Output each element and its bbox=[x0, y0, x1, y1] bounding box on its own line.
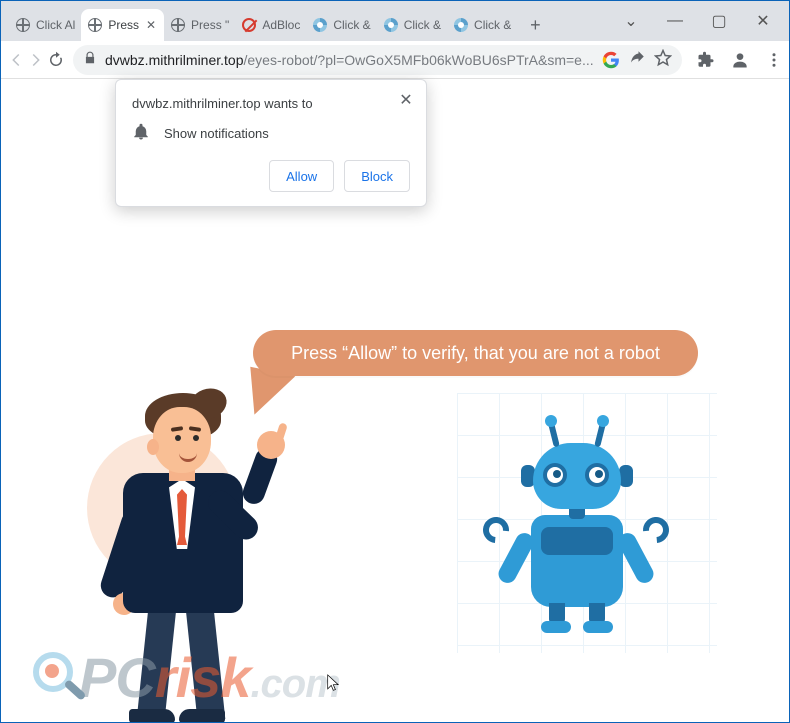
nosign-icon bbox=[241, 17, 257, 33]
tab-0[interactable]: Click Al bbox=[9, 9, 81, 41]
tab-title: Press " bbox=[191, 18, 229, 32]
gear-icon bbox=[453, 17, 469, 33]
gear-icon bbox=[312, 17, 328, 33]
nav-forward-button[interactable] bbox=[27, 44, 45, 76]
menu-button[interactable] bbox=[758, 44, 790, 76]
watermark-logo: PCrisk.com bbox=[29, 645, 340, 710]
maximize-icon: ▢ bbox=[711, 11, 726, 31]
tab-title: AdBloc bbox=[262, 18, 300, 32]
reload-icon bbox=[47, 51, 65, 69]
minimize-icon: — bbox=[667, 12, 683, 30]
extensions-button[interactable] bbox=[690, 44, 722, 76]
arrow-right-icon bbox=[27, 51, 45, 69]
tab-3[interactable]: AdBloc bbox=[235, 9, 306, 41]
bell-icon bbox=[132, 123, 150, 144]
plus-icon: + bbox=[530, 15, 541, 36]
speech-bubble: Press “Allow” to verify, that you are no… bbox=[253, 330, 698, 376]
tab-title: Click Al bbox=[36, 18, 75, 32]
gear-icon bbox=[383, 17, 399, 33]
browser-toolbar: dvwbz.mithrilminer.top/eyes-robot/?pl=Ow… bbox=[1, 41, 789, 79]
block-button[interactable]: Block bbox=[344, 160, 410, 192]
chevron-down-icon: ⌄ bbox=[624, 11, 637, 31]
google-search-icon[interactable] bbox=[602, 51, 620, 69]
globe-icon bbox=[15, 17, 31, 33]
window-controls: ⌄ — ▢ ✕ bbox=[609, 1, 789, 41]
url-path: /eyes-robot/?pl=OwGoX5MFb06kWoBU6sPTrA&s… bbox=[244, 52, 594, 68]
speech-text: Press “Allow” to verify, that you are no… bbox=[291, 343, 660, 364]
dialog-close-button[interactable]: ✕ bbox=[396, 90, 416, 110]
window-dropdown-button[interactable]: ⌄ bbox=[609, 6, 653, 36]
url-text: dvwbz.mithrilminer.top/eyes-robot/?pl=Ow… bbox=[105, 52, 594, 68]
address-bar[interactable]: dvwbz.mithrilminer.top/eyes-robot/?pl=Ow… bbox=[73, 45, 682, 75]
allow-button[interactable]: Allow bbox=[269, 160, 334, 192]
nav-back-button[interactable] bbox=[7, 44, 25, 76]
window-close-button[interactable]: ✕ bbox=[741, 6, 785, 36]
profile-button[interactable] bbox=[724, 44, 756, 76]
window-maximize-button[interactable]: ▢ bbox=[697, 6, 741, 36]
tab-title: Click & bbox=[333, 18, 370, 32]
puzzle-icon bbox=[697, 51, 715, 69]
window-minimize-button[interactable]: — bbox=[653, 6, 697, 36]
avatar-icon bbox=[730, 50, 750, 70]
tab-2[interactable]: Press " bbox=[164, 9, 235, 41]
close-icon: ✕ bbox=[756, 11, 769, 31]
magnifier-icon bbox=[29, 650, 85, 706]
arrow-left-icon bbox=[7, 51, 25, 69]
watermark-pc: PC bbox=[79, 646, 155, 709]
watermark-risk: risk bbox=[155, 646, 251, 709]
nav-reload-button[interactable] bbox=[47, 44, 65, 76]
notification-permission-dialog: ✕ dvwbz.mithrilminer.top wants to Show n… bbox=[115, 79, 427, 207]
permission-origin-text: dvwbz.mithrilminer.top wants to bbox=[132, 96, 410, 111]
permission-capability-text: Show notifications bbox=[164, 126, 269, 141]
tab-title: Press bbox=[108, 18, 139, 32]
browser-titlebar: Click Al Press ✕ Press " AdBloc Click & … bbox=[1, 1, 789, 41]
cursor-icon bbox=[327, 674, 341, 694]
lock-icon bbox=[83, 51, 97, 68]
globe-icon bbox=[87, 17, 103, 33]
tab-strip: Click Al Press ✕ Press " AdBloc Click & … bbox=[1, 1, 609, 41]
tab-title: Click & bbox=[404, 18, 441, 32]
robot-illustration bbox=[477, 413, 677, 643]
new-tab-button[interactable]: + bbox=[521, 11, 549, 39]
close-icon[interactable]: ✕ bbox=[144, 18, 158, 32]
bookmark-icon[interactable] bbox=[654, 49, 672, 70]
kebab-icon bbox=[765, 51, 783, 69]
url-domain: dvwbz.mithrilminer.top bbox=[105, 52, 244, 68]
tab-4[interactable]: Click & bbox=[306, 9, 376, 41]
close-icon: ✕ bbox=[399, 90, 412, 110]
tab-1-active[interactable]: Press ✕ bbox=[81, 9, 164, 41]
tab-5[interactable]: Click & bbox=[377, 9, 447, 41]
globe-icon bbox=[170, 17, 186, 33]
toolbar-actions bbox=[690, 44, 790, 76]
share-icon[interactable] bbox=[628, 49, 646, 70]
tab-title: Click & bbox=[474, 18, 511, 32]
tab-6[interactable]: Click & bbox=[447, 9, 517, 41]
